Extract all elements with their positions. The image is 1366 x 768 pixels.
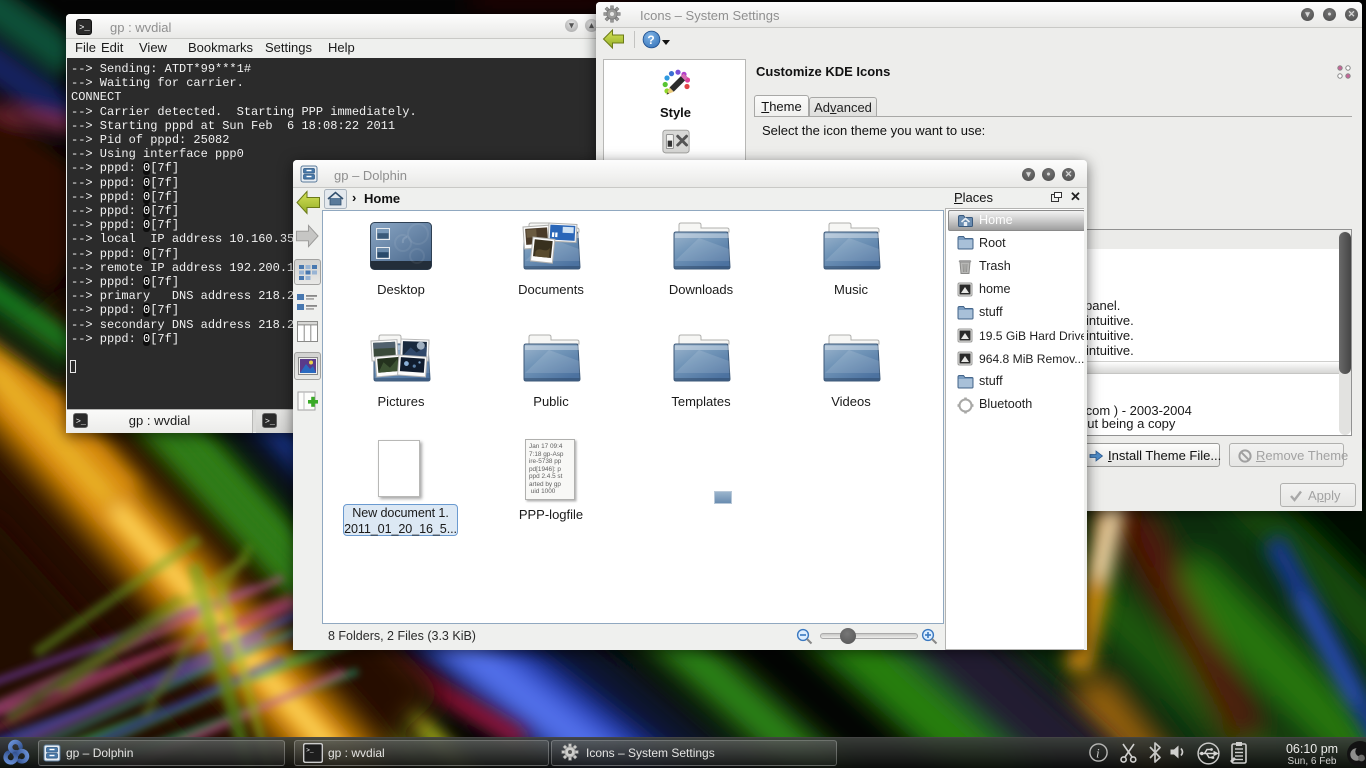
svg-text:>_: >_ xyxy=(76,416,87,426)
svg-text:?: ? xyxy=(647,33,654,47)
svg-text:▮▮: ▮▮ xyxy=(551,232,558,238)
svg-text:>_: >_ xyxy=(265,416,276,426)
svg-text:>_: >_ xyxy=(306,747,314,754)
svg-text:>_: >_ xyxy=(79,23,90,33)
svg-text:i: i xyxy=(1096,746,1100,761)
